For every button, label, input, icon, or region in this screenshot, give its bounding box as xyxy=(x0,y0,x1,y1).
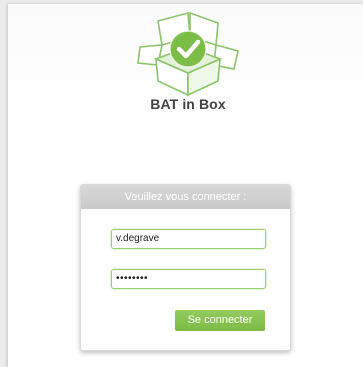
username-field[interactable] xyxy=(111,229,266,249)
login-panel: Veuillez vous connecter : Se connecter xyxy=(80,184,291,351)
login-header: Veuillez vous connecter : xyxy=(81,185,290,209)
password-field[interactable] xyxy=(111,269,266,289)
app-title: BAT in Box xyxy=(150,96,226,112)
login-button[interactable]: Se connecter xyxy=(175,310,265,331)
page: BAT in Box Veuillez vous connecter : Se … xyxy=(0,0,363,367)
box-checkmark-icon xyxy=(137,11,239,97)
